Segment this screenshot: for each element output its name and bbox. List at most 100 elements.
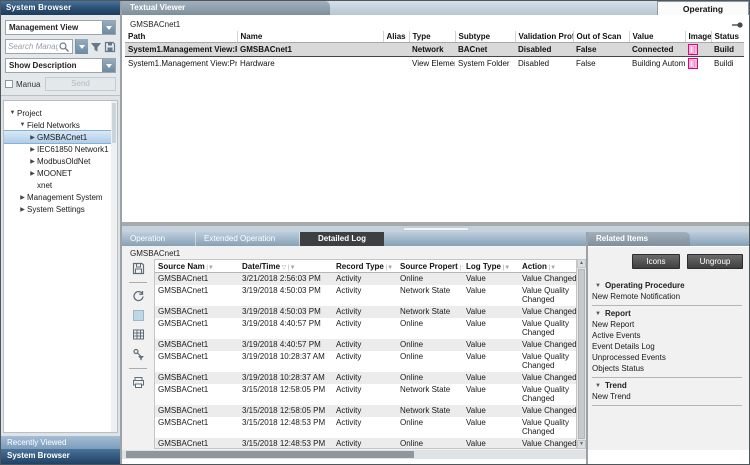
filter-key-icon[interactable] xyxy=(132,348,145,361)
tab-related-items[interactable]: Related Items xyxy=(588,232,690,246)
send-button[interactable]: Send xyxy=(45,77,116,91)
tree-item-field-networks[interactable]: ▼Field Networks xyxy=(4,119,117,131)
related-item-objects-status[interactable]: Objects Status xyxy=(592,363,744,374)
related-item-new-trend[interactable]: New Trend xyxy=(592,391,744,402)
search-input[interactable]: Search Managem xyxy=(5,39,73,54)
recently-viewed-bar[interactable]: Recently Viewed xyxy=(1,436,120,449)
filter-icon[interactable]: |▼ xyxy=(501,265,510,271)
column-header-subtype[interactable]: Subtype xyxy=(455,31,515,43)
column-header-alias[interactable]: Alias xyxy=(383,31,409,43)
tree-expanded-icon[interactable]: ▼ xyxy=(595,311,601,317)
log-vertical-scrollbar[interactable]: ▲ ▼ xyxy=(577,259,586,449)
tree-item-moonet[interactable]: ▶MOONET xyxy=(4,167,117,179)
column-header-type[interactable]: Type xyxy=(409,31,455,43)
column-header-image[interactable]: Image xyxy=(685,31,711,43)
tree-expanded-icon[interactable]: ▼ xyxy=(8,110,17,116)
log-row[interactable]: GMSBACnet13/19/2018 4:40:57 PMActivityOn… xyxy=(155,339,577,351)
log-row[interactable]: GMSBACnet13/19/2018 4:50:03 PMActivityNe… xyxy=(155,285,577,306)
scrollbar-thumb[interactable] xyxy=(578,269,585,439)
chevron-down-icon[interactable] xyxy=(102,59,115,72)
filter-icon[interactable]: |▼ xyxy=(458,265,463,271)
chevron-down-icon[interactable] xyxy=(102,21,115,34)
group-header-trend[interactable]: ▼Trend xyxy=(592,381,744,390)
related-item-unprocessed-events[interactable]: Unprocessed Events xyxy=(592,352,744,363)
tree-collapsed-icon[interactable]: ▶ xyxy=(18,206,27,213)
table-row[interactable]: System1.Management View:Project.F...Hard… xyxy=(125,57,744,71)
filter-icon[interactable]: |▼ xyxy=(205,265,214,271)
tree-collapsed-icon[interactable]: ▶ xyxy=(28,146,37,153)
filter-icon[interactable]: |▼ xyxy=(384,265,393,271)
description-selector-dropdown[interactable]: Show Description xyxy=(5,58,116,73)
ungroup-button[interactable]: Ungroup xyxy=(687,254,743,269)
tab-operating[interactable]: Operating xyxy=(657,1,749,15)
splitter-grip[interactable] xyxy=(403,227,469,231)
column-header-value[interactable]: Value xyxy=(629,31,685,43)
tab-detailed-log[interactable]: Detailed Log xyxy=(300,232,384,246)
log-row[interactable]: GMSBACnet13/19/2018 4:50:03 PMActivityNe… xyxy=(155,306,577,318)
log-row[interactable]: GMSBACnet13/15/2018 12:48:53 PMActivityO… xyxy=(155,438,577,449)
system-browser-bottom-bar[interactable]: System Browser xyxy=(1,449,120,464)
tab-textual-viewer[interactable]: Textual Viewer xyxy=(122,1,330,15)
log-row[interactable]: GMSBACnet13/19/2018 10:28:37 AMActivityO… xyxy=(155,372,577,384)
view-selector-dropdown[interactable]: Management View xyxy=(5,20,116,35)
filter-icon[interactable] xyxy=(90,41,102,53)
log-row[interactable]: GMSBACnet13/19/2018 10:28:37 AMActivityO… xyxy=(155,351,577,372)
icons-button[interactable]: Icons xyxy=(632,254,680,269)
filter-icon[interactable]: |▼ xyxy=(547,265,556,271)
log-row[interactable]: GMSBACnet13/19/2018 4:40:57 PMActivityOn… xyxy=(155,318,577,339)
tree-item-system-settings[interactable]: ▶System Settings xyxy=(4,203,117,215)
log-row[interactable]: GMSBACnet13/21/2018 2:56:03 PMActivityOn… xyxy=(155,273,577,286)
filter-icon[interactable]: |▼ xyxy=(286,265,295,271)
scrollbar-thumb[interactable] xyxy=(126,451,414,458)
table-row[interactable]: System1.Management View:Project...GMSBAC… xyxy=(125,43,744,57)
search-dropdown-icon[interactable] xyxy=(75,39,88,54)
related-item-new-report[interactable]: New Report xyxy=(592,319,744,330)
column-header-path[interactable]: Path xyxy=(125,31,237,43)
save-icon[interactable] xyxy=(104,41,116,53)
tree-expanded-icon[interactable]: ▼ xyxy=(595,283,601,289)
print-icon[interactable] xyxy=(132,376,145,389)
tree-collapsed-icon[interactable]: ▶ xyxy=(28,134,37,141)
tab-operation[interactable]: Operation xyxy=(122,232,196,246)
tree-item-iec61850-network1[interactable]: ▶IEC61850 Network1 xyxy=(4,143,117,155)
related-item-event-details-log[interactable]: Event Details Log xyxy=(592,341,744,352)
pin-icon[interactable] xyxy=(732,21,743,29)
swatch-icon[interactable] xyxy=(133,310,144,321)
column-header-date-time[interactable]: Date/Time ▽ |▼ xyxy=(239,260,333,273)
tree-item-modbusoldnet[interactable]: ▶ModbusOldNet xyxy=(4,155,117,167)
tree-scrollbar[interactable] xyxy=(111,101,117,432)
system-browser-header[interactable]: System Browser xyxy=(1,1,120,15)
scroll-down-icon[interactable]: ▼ xyxy=(577,440,586,449)
column-header-source-propert[interactable]: Source Propert |▼ xyxy=(397,260,463,273)
manual-checkbox[interactable] xyxy=(5,80,13,88)
log-row[interactable]: GMSBACnet13/15/2018 12:58:05 PMActivityN… xyxy=(155,384,577,405)
column-header-name[interactable]: Name xyxy=(237,31,383,43)
tree-collapsed-icon[interactable]: ▶ xyxy=(28,158,37,165)
column-header-action[interactable]: Action |▼ xyxy=(519,260,577,273)
tab-extended-operation[interactable]: Extended Operation xyxy=(196,232,300,246)
tree-item-gmsbacnet1[interactable]: ▶GMSBACnet1 xyxy=(4,131,117,143)
horizontal-splitter[interactable] xyxy=(122,222,749,232)
scroll-up-icon[interactable]: ▲ xyxy=(577,259,586,268)
column-header-source-nam[interactable]: Source Nam |▼ xyxy=(155,260,239,273)
log-horizontal-scrollbar[interactable] xyxy=(122,450,586,459)
save-icon[interactable] xyxy=(132,262,145,275)
tree-item-management-system[interactable]: ▶Management System xyxy=(4,191,117,203)
group-header-operating-procedure[interactable]: ▼Operating Procedure xyxy=(592,281,744,290)
columns-icon[interactable] xyxy=(132,328,145,341)
column-header-validation-profile[interactable]: Validation Profile xyxy=(515,31,573,43)
log-row[interactable]: GMSBACnet13/15/2018 12:48:53 PMActivityO… xyxy=(155,417,577,438)
column-header-status[interactable]: Status xyxy=(711,31,744,43)
tree-item-project[interactable]: ▼Project xyxy=(4,107,117,119)
tree-item-xnet[interactable]: xnet xyxy=(4,179,117,191)
tree-collapsed-icon[interactable]: ▶ xyxy=(18,194,27,201)
column-header-log-type[interactable]: Log Type |▼ xyxy=(463,260,519,273)
tree-expanded-icon[interactable]: ▼ xyxy=(595,383,601,389)
related-item-new-remote-notification[interactable]: New Remote Notification xyxy=(592,291,744,302)
group-header-report[interactable]: ▼Report xyxy=(592,309,744,318)
tree-expanded-icon[interactable]: ▼ xyxy=(18,122,27,128)
column-header-out-of-scan[interactable]: Out of Scan xyxy=(573,31,629,43)
tree-collapsed-icon[interactable]: ▶ xyxy=(28,170,37,177)
column-header-record-type[interactable]: Record Type |▼ xyxy=(333,260,397,273)
log-row[interactable]: GMSBACnet13/15/2018 12:58:05 PMActivityN… xyxy=(155,405,577,417)
